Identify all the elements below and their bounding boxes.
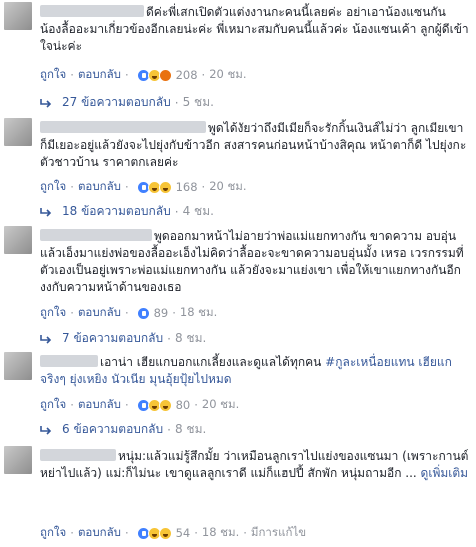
like-button[interactable]: ถูกใจ [40, 66, 66, 84]
avatar[interactable] [4, 118, 32, 146]
comment-actions: ถูกใจ · ตอบกลับ · 54 · 18 ชม. · มีการแก้… [40, 524, 307, 542]
reply-arrow-icon [40, 98, 52, 108]
reply-button[interactable]: ตอบกลับ [78, 66, 121, 84]
comment-time[interactable]: 18 ชม. [202, 524, 239, 542]
comment-actions: ถูกใจ · ตอบกลับ · 208 · 20 ชม. [40, 66, 247, 84]
reaction-count: 168 [175, 180, 198, 194]
edited-label[interactable]: มีการแก้ไข [251, 524, 306, 542]
view-replies-link[interactable]: 7 ข้อความตอบกลับ · 8 ชม. [40, 329, 206, 348]
hashtag-link[interactable]: #กูละเหนื่อยแทน [325, 355, 414, 369]
comment-time[interactable]: 20 ชม. [202, 396, 239, 414]
sad-reaction-icon [158, 526, 172, 540]
reaction-count: 54 [175, 526, 191, 540]
replies-time: 8 ชม. [174, 331, 207, 345]
commenter-name-redacted[interactable] [40, 121, 206, 133]
avatar[interactable] [4, 446, 32, 474]
commenter-name-redacted[interactable] [40, 355, 98, 367]
view-replies-link[interactable]: 27 ข้อความตอบกลับ · 5 ชม. [40, 93, 214, 112]
reaction-count: 89 [153, 306, 169, 320]
replies-time: 5 ชม. [182, 95, 214, 109]
avatar[interactable] [4, 352, 32, 380]
reaction-icons[interactable]: 89 [136, 306, 169, 320]
sad-reaction-icon [158, 180, 172, 194]
reply-button[interactable]: ตอบกลับ [78, 304, 121, 322]
reply-arrow-icon [40, 334, 52, 344]
reaction-count: 80 [175, 398, 191, 412]
comment-body: พูดได้งัยว่าถึงมีเมียก็จะรักกิ้นเงินส์ไม… [40, 120, 470, 171]
reaction-icons[interactable]: 168 [136, 180, 198, 194]
comment-time[interactable]: 20 ชม. [209, 66, 246, 84]
comment-body: เอาน่า เฮียแกบอกแกเลี้ยงและดูแลได้ทุกคน … [40, 354, 470, 388]
like-button[interactable]: ถูกใจ [40, 178, 66, 196]
commenter-name-redacted[interactable] [40, 229, 152, 241]
reply-arrow-icon [40, 425, 52, 435]
angry-reaction-icon [158, 68, 172, 82]
comment-body: พูดออกมาหน้าไม่อายว่าพ่อแม่แยกทางกัน ขาด… [40, 228, 470, 296]
comment-body: หนุ่ม:แล้วแม่รู้สึกมั้ย ว่าเหมือนลูกเราไ… [40, 448, 470, 482]
commenter-name-redacted[interactable] [40, 5, 144, 17]
like-reaction-icon [136, 306, 150, 320]
avatar[interactable] [4, 226, 32, 254]
reaction-icons[interactable]: 54 [136, 526, 191, 540]
comment-actions: ถูกใจ · ตอบกลับ · 80 · 20 ชม. [40, 396, 240, 414]
reply-arrow-icon [40, 207, 52, 217]
reply-button[interactable]: ตอบกลับ [78, 524, 121, 542]
reaction-count: 208 [175, 68, 198, 82]
comment-body: ดีค่ะพี่เสกเปิดตัวแต่งงานกะคนนี้เลยค่ะ อ… [40, 4, 470, 55]
replies-count[interactable]: 18 ข้อความตอบกลับ [62, 202, 171, 221]
sad-reaction-icon [158, 398, 172, 412]
view-replies-link[interactable]: 18 ข้อความตอบกลับ · 4 ชม. [40, 202, 214, 221]
reply-button[interactable]: ตอบกลับ [78, 178, 121, 196]
replies-time: 8 ชม. [174, 422, 207, 436]
see-more-link[interactable]: ดูเพิ่มเติม [421, 466, 469, 480]
reply-button[interactable]: ตอบกลับ [78, 396, 121, 414]
reaction-icons[interactable]: 80 [136, 398, 191, 412]
like-button[interactable]: ถูกใจ [40, 524, 66, 542]
avatar[interactable] [4, 2, 32, 30]
replies-count[interactable]: 27 ข้อความตอบกลับ [62, 93, 171, 112]
view-replies-link[interactable]: 6 ข้อความตอบกลับ · 8 ชม. [40, 420, 206, 439]
replies-count[interactable]: 7 ข้อความตอบกลับ [62, 329, 163, 348]
comment-time[interactable]: 18 ชม. [180, 304, 217, 322]
commenter-name-redacted[interactable] [40, 449, 116, 461]
replies-time: 4 ชม. [182, 204, 214, 218]
like-button[interactable]: ถูกใจ [40, 304, 66, 322]
comment-text: เอาน่า เฮียแกบอกแกเลี้ยงและดูแลได้ทุกคน [100, 355, 322, 369]
comment-actions: ถูกใจ · ตอบกลับ · 89 · 18 ชม. [40, 304, 218, 322]
reaction-icons[interactable]: 208 [136, 68, 198, 82]
comment-time[interactable]: 20 ชม. [209, 178, 246, 196]
comment-actions: ถูกใจ · ตอบกลับ · 168 · 20 ชม. [40, 178, 247, 196]
like-button[interactable]: ถูกใจ [40, 396, 66, 414]
replies-count[interactable]: 6 ข้อความตอบกลับ [62, 420, 163, 439]
